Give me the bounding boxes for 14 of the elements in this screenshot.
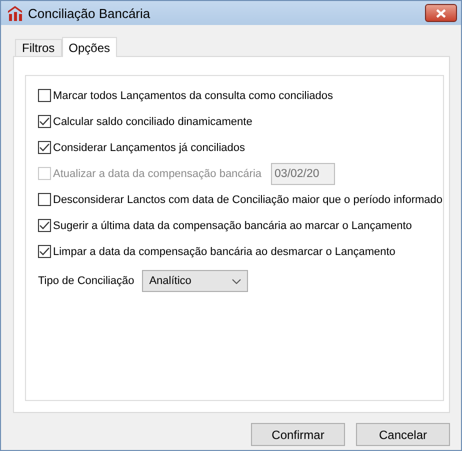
dialog-button[interactable]: Cancelar (356, 423, 450, 446)
checkbox-label: Calcular saldo conciliado dinamicamente (53, 116, 252, 128)
checkbox-label: Marcar todos Lançamentos da consulta como conciliados (53, 90, 334, 102)
tab[interactable]: Opções (62, 37, 118, 57)
dialog-button[interactable]: Confirmar (251, 423, 345, 446)
dropdown[interactable]: Analítico (142, 270, 248, 292)
window-title: Conciliação Bancária (28, 6, 152, 20)
checkbox-label: Desconsiderar Lanctos com data de Conciliação maior que o período informado (53, 194, 442, 206)
field-label: Tipo de Conciliação (38, 275, 134, 287)
checkbox-label: Limpar a data da compensação bancária ao desmarcar o Lançamento (53, 246, 396, 258)
checkbox-label: Atualizar a data da compensação bancária (53, 168, 262, 180)
checkbox-label: Sugerir a última data da compensação bancária ao marcar o Lançamento (53, 220, 412, 232)
checkbox-label: Considerar Lançamentos já conciliados (53, 142, 245, 154)
tab[interactable]: Filtros (15, 39, 62, 56)
